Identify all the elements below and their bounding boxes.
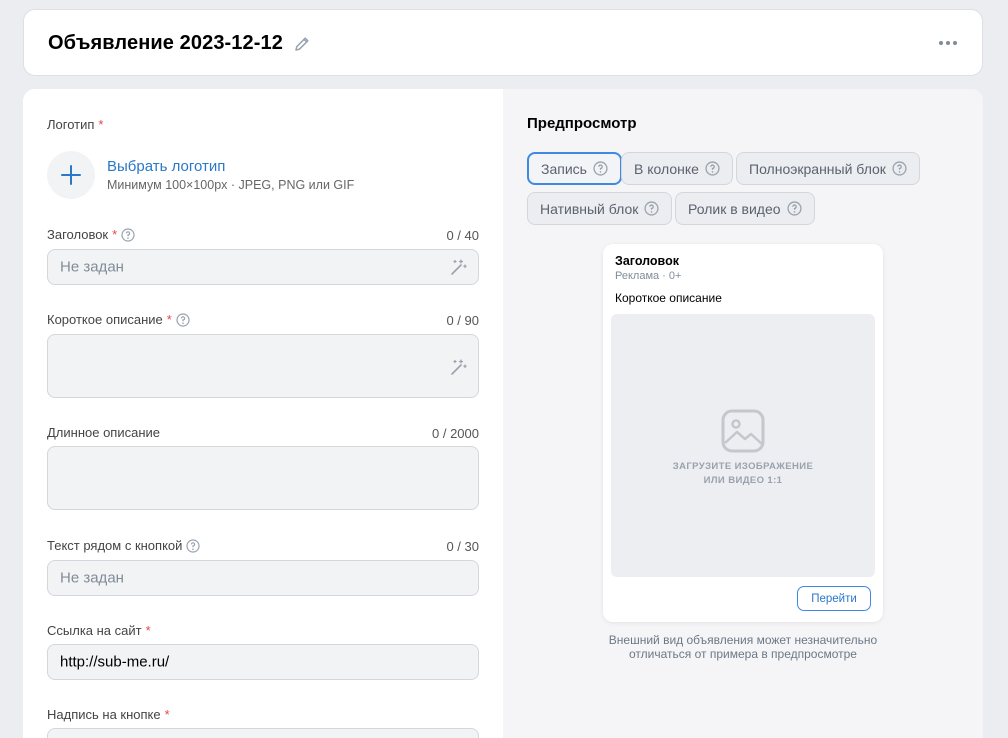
- button-text-label: Текст рядом с кнопкой: [47, 538, 201, 553]
- add-logo-button[interactable]: [47, 151, 95, 199]
- ad-preview-meta: Реклама · 0+: [615, 270, 682, 282]
- button-text-label-text: Текст рядом с кнопкой: [47, 538, 183, 553]
- short-description-counter: 0 / 90: [446, 313, 479, 328]
- tab-post[interactable]: Запись: [527, 152, 622, 185]
- help-icon[interactable]: [121, 227, 135, 242]
- preview-note: Внешний вид объявления может незначитель…: [503, 633, 983, 661]
- magic-wand-icon[interactable]: [450, 358, 468, 376]
- help-icon[interactable]: [644, 201, 659, 216]
- magic-wand-icon[interactable]: [450, 258, 468, 276]
- tab-label: Полноэкранный блок: [749, 160, 886, 177]
- help-icon[interactable]: [786, 201, 802, 216]
- ad-go-button[interactable]: Перейти: [797, 586, 871, 611]
- image-icon: [721, 409, 765, 453]
- button-text-input[interactable]: Не задан: [47, 560, 479, 596]
- tab-label: Запись: [541, 160, 587, 177]
- tab-video-roll[interactable]: Ролик в видео: [675, 192, 815, 225]
- headline-placeholder: Не задан: [60, 258, 124, 276]
- help-icon[interactable]: [593, 161, 608, 176]
- ad-media-upload[interactable]: ЗАГРУЗИТЕ ИЗОБРАЖЕНИЕ ИЛИ ВИДЕО 1:1: [611, 314, 875, 577]
- plus-icon: [61, 165, 81, 185]
- preview-note-line: Внешний вид объявления может незначитель…: [608, 633, 878, 647]
- long-description-textarea[interactable]: [47, 446, 479, 510]
- ad-editor-card: Логотип * Выбрать логотип Минимум 100×100…: [23, 89, 983, 738]
- ad-preview-card: Заголовок Реклама · 0+ Короткое описание…: [603, 244, 883, 622]
- headline-input[interactable]: Не задан: [47, 249, 479, 285]
- headline-counter: 0 / 40: [446, 228, 479, 243]
- site-link-label: Ссылка на сайт *: [47, 623, 151, 638]
- button-caption-select[interactable]: [47, 728, 479, 738]
- headline-label: Заголовок *: [47, 227, 135, 242]
- ad-preview-description: Короткое описание: [615, 291, 722, 305]
- long-description-label-text: Длинное описание: [47, 425, 161, 440]
- tab-label: Нативный блок: [540, 200, 639, 217]
- logo-label-text: Логотип: [47, 117, 95, 132]
- required-mark: *: [166, 312, 172, 327]
- tab-fullscreen-block[interactable]: Полноэкранный блок: [736, 152, 920, 185]
- short-description-textarea[interactable]: [47, 334, 479, 398]
- media-upload-hint-line: ЗАГРУЗИТЕ ИЗОБРАЖЕНИЕ: [672, 461, 814, 472]
- short-description-label-text: Короткое описание: [47, 312, 163, 327]
- media-upload-hint: ЗАГРУЗИТЕ ИЗОБРАЖЕНИЕ ИЛИ ВИДЕО 1:1: [611, 460, 875, 488]
- button-caption-label-text: Надпись на кнопке: [47, 707, 161, 722]
- required-mark: *: [98, 117, 104, 132]
- button-text-counter: 0 / 30: [446, 539, 479, 554]
- site-link-input[interactable]: http://sub-me.ru/: [47, 644, 479, 680]
- site-link-label-text: Ссылка на сайт: [47, 623, 142, 638]
- required-mark: *: [164, 707, 170, 722]
- short-description-label: Короткое описание *: [47, 312, 190, 327]
- page-title: Объявление 2023-12-12: [48, 32, 283, 54]
- more-horizontal-icon[interactable]: [938, 36, 958, 50]
- long-description-counter: 0 / 2000: [432, 426, 479, 441]
- ad-preview-title: Заголовок: [615, 254, 679, 268]
- tab-native-block[interactable]: Нативный блок: [527, 192, 673, 225]
- required-mark: *: [112, 227, 118, 242]
- ad-header-card: Объявление 2023-12-12: [23, 9, 983, 76]
- tab-label: Ролик в видео: [688, 200, 781, 217]
- headline-label-text: Заголовок: [47, 227, 109, 242]
- media-upload-hint-line: ИЛИ ВИДЕО 1:1: [703, 475, 783, 486]
- preview-title: Предпросмотр: [527, 115, 637, 132]
- required-mark: *: [145, 623, 151, 638]
- preview-panel: Предпросмотр Запись В колонке Полноэкран…: [503, 89, 983, 738]
- tab-column[interactable]: В колонке: [621, 152, 733, 185]
- help-icon[interactable]: [892, 161, 907, 176]
- logo-hint: Минимум 100×100px · JPEG, PNG или GIF: [107, 178, 355, 192]
- help-icon[interactable]: [705, 161, 720, 176]
- preview-note-line: отличаться от примера в предпросмотре: [629, 647, 857, 661]
- ad-form: Логотип * Выбрать логотип Минимум 100×100…: [23, 89, 503, 738]
- logo-label: Логотип *: [47, 117, 103, 132]
- choose-logo-link[interactable]: Выбрать логотип: [107, 158, 225, 175]
- help-icon[interactable]: [186, 538, 201, 553]
- long-description-label: Длинное описание: [47, 425, 160, 440]
- button-caption-label: Надпись на кнопке *: [47, 707, 170, 722]
- help-icon[interactable]: [176, 312, 190, 327]
- tab-label: В колонке: [634, 160, 699, 177]
- site-link-value: http://sub-me.ru/: [60, 653, 170, 671]
- button-text-placeholder: Не задан: [60, 569, 124, 587]
- pencil-icon[interactable]: [292, 34, 312, 54]
